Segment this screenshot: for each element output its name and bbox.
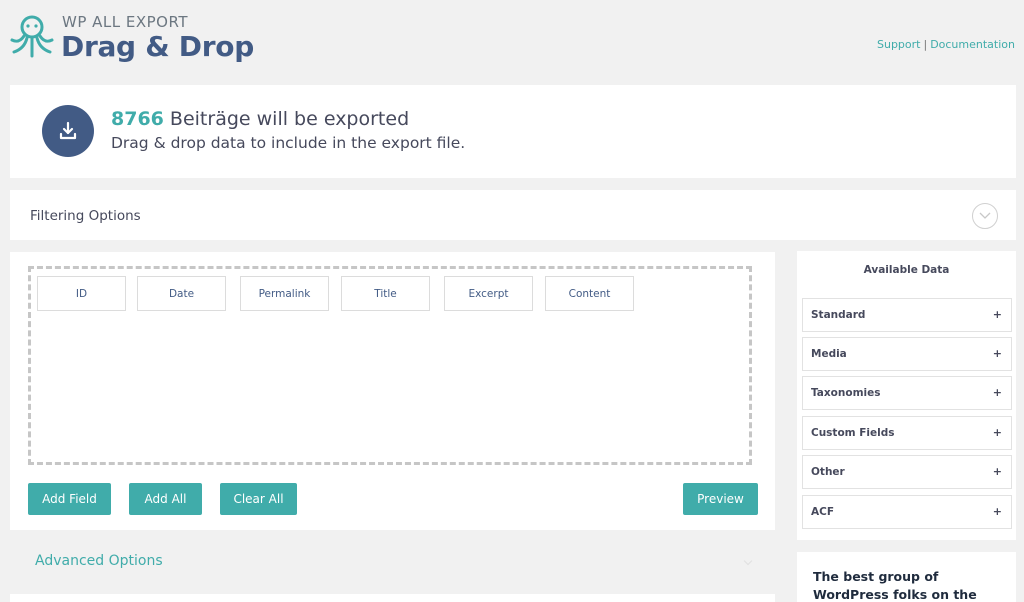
- available-data-custom-fields[interactable]: Custom Fields +: [802, 416, 1012, 450]
- advanced-options-title[interactable]: Advanced Options: [35, 553, 163, 569]
- plus-icon[interactable]: +: [993, 465, 1002, 478]
- support-link[interactable]: Support: [877, 38, 920, 51]
- add-field-button[interactable]: Add Field: [28, 483, 111, 515]
- plus-icon[interactable]: +: [993, 386, 1002, 399]
- promo-text: The best group of WordPress folks on the…: [813, 569, 977, 602]
- field-permalink[interactable]: Permalink: [240, 276, 329, 311]
- export-summary-panel: 8766 Beiträge will be exported Drag & dr…: [10, 85, 1016, 178]
- documentation-link[interactable]: Documentation: [930, 38, 1015, 51]
- available-data-label: Standard: [811, 309, 866, 321]
- plus-icon[interactable]: +: [993, 347, 1002, 360]
- available-data-acf[interactable]: ACF +: [802, 495, 1012, 529]
- field-id[interactable]: ID: [37, 276, 126, 311]
- field-excerpt[interactable]: Excerpt: [444, 276, 533, 311]
- available-data-title: Available Data: [863, 264, 950, 276]
- add-all-button[interactable]: Add All: [129, 483, 202, 515]
- export-count-text: 8766 Beiträge will be exported: [111, 108, 409, 130]
- octopus-logo-icon: [10, 15, 54, 58]
- field-title[interactable]: Title: [341, 276, 430, 311]
- available-data-media[interactable]: Media +: [802, 337, 1012, 371]
- chevron-down-icon[interactable]: [972, 203, 998, 229]
- field-drop-zone[interactable]: ID Date Permalink Title Excerpt Content: [28, 266, 752, 465]
- clear-all-button[interactable]: Clear All: [220, 483, 297, 515]
- available-data-label: Media: [811, 348, 847, 360]
- chevron-down-icon: [743, 556, 753, 566]
- plus-icon[interactable]: +: [993, 505, 1002, 518]
- export-count: 8766: [111, 108, 164, 130]
- field-date[interactable]: Date: [137, 276, 226, 311]
- available-data-panel: Available Data Standard + Media + Taxono…: [797, 251, 1016, 540]
- promo-panel: The best group of WordPress folks on the…: [797, 552, 1016, 602]
- export-fields-panel: ID Date Permalink Title Excerpt Content …: [10, 252, 775, 530]
- available-data-taxonomies[interactable]: Taxonomies +: [802, 376, 1012, 410]
- link-separator: |: [923, 38, 928, 51]
- available-data-label: Taxonomies: [811, 387, 881, 399]
- available-data-label: Other: [811, 466, 845, 478]
- filtering-options-panel[interactable]: Filtering Options: [10, 190, 1016, 240]
- lower-panel-edge: [10, 594, 775, 602]
- export-instructions: Drag & drop data to include in the expor…: [111, 134, 466, 152]
- page-header: WP ALL EXPORT Drag & Drop Support | Docume…: [0, 0, 1024, 78]
- plus-icon[interactable]: +: [993, 308, 1002, 321]
- available-data-standard[interactable]: Standard +: [802, 298, 1012, 332]
- plus-icon[interactable]: +: [993, 426, 1002, 439]
- export-count-suffix: Beiträge will be exported: [163, 108, 410, 130]
- download-tray-icon: [42, 105, 94, 157]
- header-links: Support | Documentation: [877, 38, 1015, 51]
- field-content[interactable]: Content: [545, 276, 634, 311]
- available-data-other[interactable]: Other +: [802, 455, 1012, 489]
- available-data-label: ACF: [811, 506, 835, 518]
- page-title: Drag & Drop: [61, 30, 254, 63]
- available-data-label: Custom Fields: [811, 427, 895, 439]
- filtering-options-title: Filtering Options: [30, 208, 141, 224]
- advanced-options-bar[interactable]: Advanced Options: [10, 540, 775, 582]
- brand-name: WP ALL EXPORT: [62, 13, 188, 31]
- preview-button[interactable]: Preview: [683, 483, 758, 515]
